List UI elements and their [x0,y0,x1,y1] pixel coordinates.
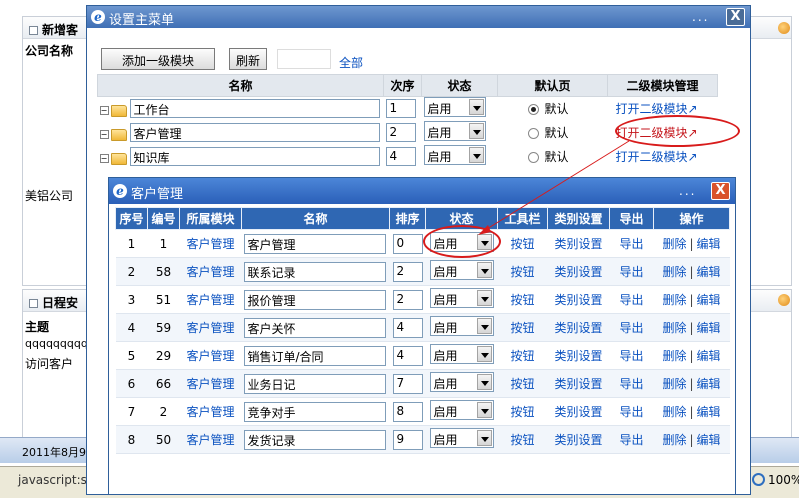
annotation-arrow [478,140,630,235]
